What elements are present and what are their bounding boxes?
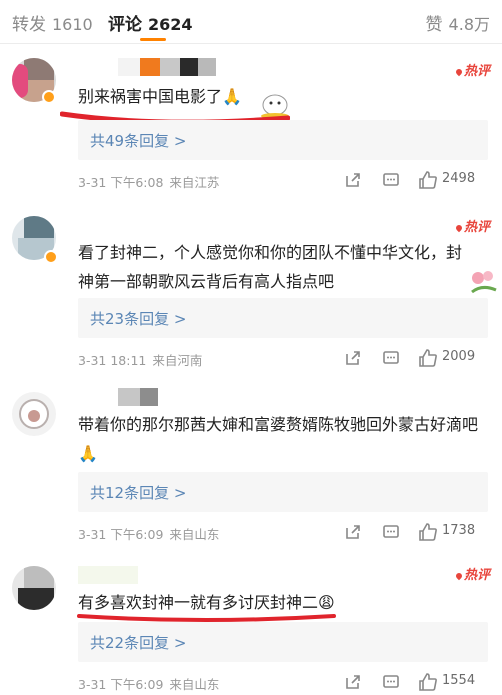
comment-date: 3-31 下午6:09 [78,677,164,692]
username-redacted[interactable] [118,58,216,76]
like-count: 1738 [442,523,476,538]
active-tab-indicator [140,38,166,41]
tab-reposts[interactable]: 转发 1610 [12,10,93,35]
tab-comments-count: 2624 [148,15,193,34]
flower-sticker-icon [471,271,497,294]
comment-location: 来自山东 [169,677,220,692]
comment-actions: 1738 [344,522,494,542]
comment-actions: 1554 [344,672,494,692]
avatar[interactable] [12,392,56,436]
comment-location: 来自山东 [169,527,220,542]
verified-badge-icon [44,250,58,264]
comment-meta: 3-31 下午6:08 来自江苏 [78,172,219,191]
replies-link[interactable]: 共12条回复 > [78,472,488,512]
comment-text: 看了封神二，个人感觉你和你的团队不懂中华文化，封神第一部朝歌风云背后有高人指点吧 [78,243,463,291]
verified-badge-icon [42,90,56,104]
comment-text: 带着你的那尔那茜大婶和富婆赘婿陈牧驰回外蒙古好滴吧🙏 [78,415,479,463]
thumbs-up-icon[interactable] [418,672,438,692]
comment-location: 来自江苏 [169,175,220,190]
share-icon[interactable] [344,522,362,542]
tab-likes[interactable]: 赞 4.8万 [426,10,490,35]
username-redacted[interactable] [118,388,158,406]
replies-link[interactable]: 共49条回复 > [78,120,488,160]
comment-date: 3-31 下午6:08 [78,175,164,190]
tab-likes-count: 4.8万 [448,15,490,34]
tab-reposts-count: 1610 [52,15,93,34]
like-count: 2009 [442,349,476,364]
comment-icon[interactable] [382,348,400,368]
comment-icon[interactable] [382,672,400,692]
comment-meta: 3-31 下午6:09 来自山东 [78,674,219,693]
comment-icon[interactable] [382,170,400,190]
comment-item: 带着你的那尔那茜大婶和富婆赘婿陈牧驰回外蒙古好滴吧🙏 共12条回复 > 3-31… [0,382,502,552]
thumbs-up-icon[interactable] [418,348,438,368]
avatar[interactable] [12,566,56,610]
like-count: 2498 [442,171,476,186]
comment-actions: 2009 [344,348,494,368]
username-redacted[interactable] [78,566,138,584]
hot-comment-badge: 热评 [454,216,490,235]
hot-comment-badge: 热评 [454,60,490,79]
thumbs-up-icon[interactable] [418,170,438,190]
hot-comment-badge: 热评 [454,564,490,583]
comment-item: 热评 别来祸害中国电影了🙏 共49条回复 > 3-31 下午6:08 来自江苏 2… [0,44,502,204]
comment-item: 热评 看了封神二，个人感觉你和你的团队不懂中华文化，封神第一部朝歌风云背后有高人… [0,204,502,382]
tab-reposts-label: 转发 [12,15,46,35]
share-icon[interactable] [344,672,362,692]
comment-item: 热评 有多喜欢封神一就有多讨厌封神二😩 共22条回复 > 3-31 下午6:09… [0,552,502,695]
replies-link[interactable]: 共22条回复 > [78,622,488,662]
tab-comments[interactable]: 评论 2624 [108,10,193,35]
comment-meta: 3-31 下午6:09 来自山东 [78,524,219,543]
like-count: 1554 [442,673,476,688]
comment-date: 3-31 18:11 [78,353,147,368]
share-icon[interactable] [344,170,362,190]
comment-meta: 3-31 18:11 来自河南 [78,350,202,369]
thumbs-up-icon[interactable] [418,522,438,542]
tab-comments-label: 评论 [108,15,142,35]
comment-date: 3-31 下午6:09 [78,527,164,542]
comment-actions: 2498 [344,170,494,190]
comment-location: 来自河南 [152,353,203,368]
comment-icon[interactable] [382,522,400,542]
replies-link[interactable]: 共23条回复 > [78,298,488,338]
comment-tabs: 转发 1610 评论 2624 赞 4.8万 [0,0,502,44]
tab-likes-label: 赞 [425,15,443,35]
share-icon[interactable] [344,348,362,368]
